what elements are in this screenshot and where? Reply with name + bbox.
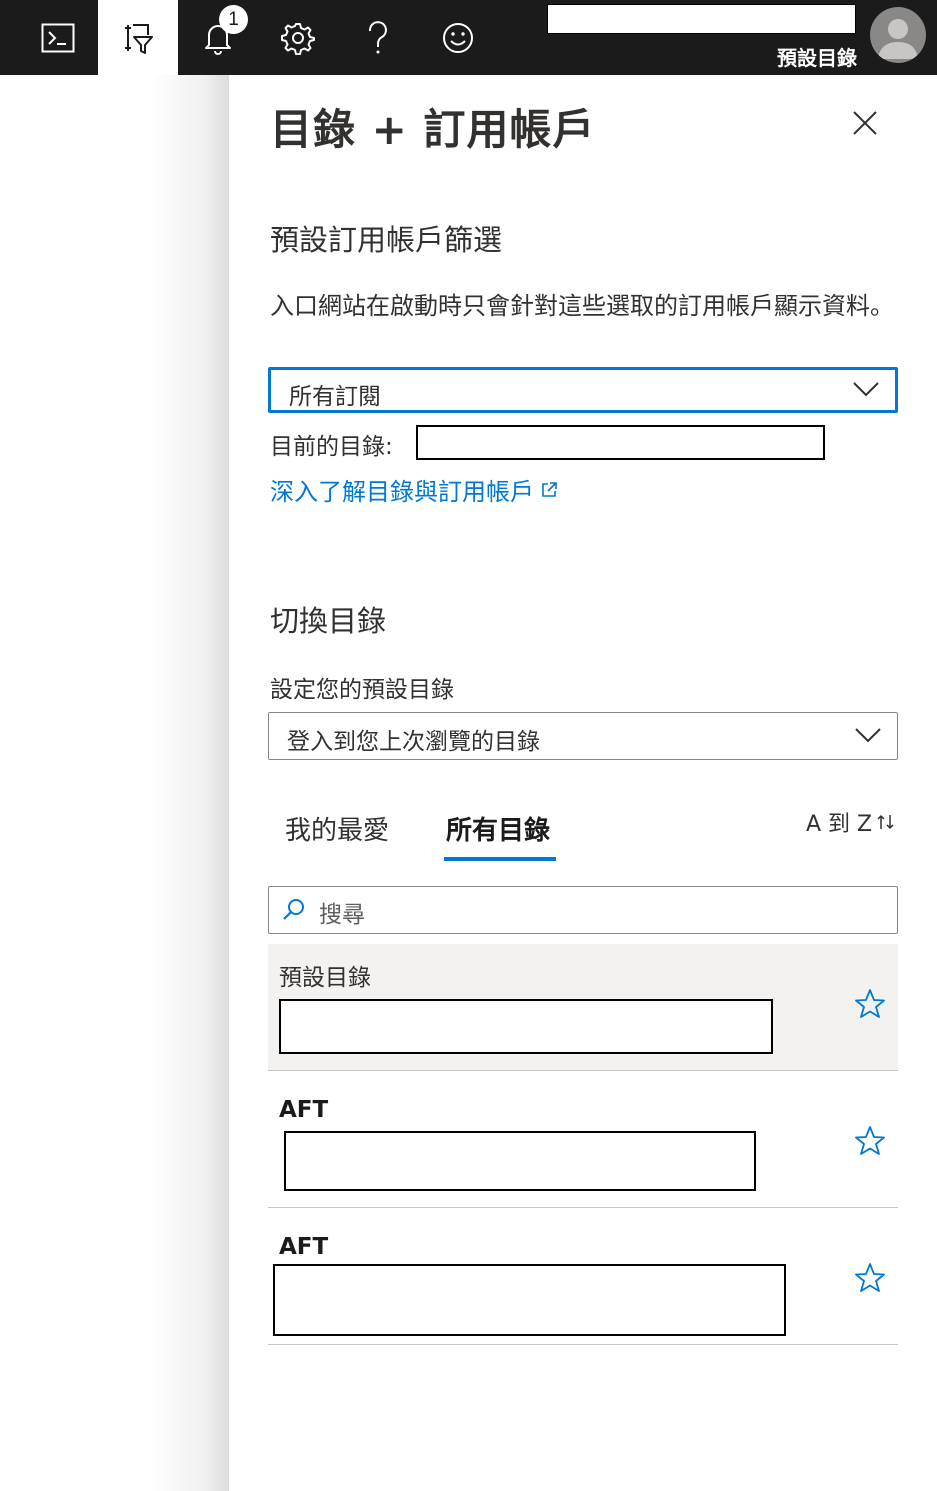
redacted-current-directory	[416, 425, 825, 460]
search-placeholder: 搜尋	[319, 902, 365, 928]
default-filter-description: 入口網站在啟動時只會針對這些選取的訂用帳戶顯示資料。	[270, 292, 894, 320]
sort-label: A 到 Z	[806, 812, 873, 837]
external-link-icon	[542, 481, 557, 497]
directory-search-input[interactable]: 搜尋	[268, 886, 898, 934]
feedback-button[interactable]	[418, 0, 498, 75]
redacted-directory-domain	[279, 999, 773, 1054]
active-tab-indicator	[444, 857, 556, 861]
default-directory-label: 設定您的預設目錄	[270, 677, 454, 703]
directory-filter-button[interactable]	[98, 0, 178, 75]
switch-directory-heading: 切換目錄	[270, 604, 387, 638]
close-icon	[853, 111, 877, 135]
sort-arrows-icon	[877, 814, 894, 830]
directory-name: AFT	[279, 1097, 329, 1123]
redacted-directory-domain	[284, 1131, 756, 1191]
redacted-account-email	[547, 4, 856, 34]
current-directory-label: 目前的目錄:	[270, 434, 393, 460]
favorite-star-icon[interactable]	[854, 988, 886, 1020]
chevron-down-icon	[853, 382, 879, 397]
panel-title: 目錄 + 訂用帳戶	[270, 105, 596, 154]
portal-background-overlay[interactable]	[0, 75, 229, 1491]
favorite-star-icon[interactable]	[854, 1262, 886, 1294]
cloud-shell-icon	[41, 23, 75, 52]
directory-name: AFT	[279, 1234, 329, 1260]
search-icon	[283, 899, 304, 920]
sort-button[interactable]: A 到 Z	[806, 806, 896, 838]
default-filter-heading: 預設訂用帳戶篩選	[270, 223, 503, 257]
notification-badge: 1	[219, 5, 248, 34]
help-button[interactable]	[338, 0, 418, 75]
learn-more-link-text: 深入了解目錄與訂用帳戶	[270, 478, 534, 506]
learn-more-link[interactable]: 深入了解目錄與訂用帳戶	[270, 472, 558, 507]
top-bar: 1 預設目錄	[0, 0, 937, 75]
subscription-filter-value: 所有訂閱	[289, 384, 381, 410]
help-icon	[368, 20, 387, 53]
tab-all-directories[interactable]: 所有目錄	[446, 810, 550, 847]
close-button[interactable]	[848, 106, 882, 140]
cloud-shell-button[interactable]	[18, 0, 98, 75]
subscription-filter-dropdown[interactable]: 所有訂閱	[268, 367, 898, 413]
settings-icon	[281, 22, 315, 55]
avatar[interactable]	[870, 7, 926, 63]
directory-filter-icon	[125, 23, 153, 54]
current-directory-name[interactable]: 預設目錄	[777, 42, 857, 71]
favorite-star-icon[interactable]	[854, 1125, 886, 1157]
default-directory-dropdown[interactable]: 登入到您上次瀏覽的目錄	[268, 712, 898, 760]
directory-name: 預設目錄	[279, 965, 371, 991]
tab-favorites[interactable]: 我的最愛	[285, 810, 389, 847]
default-directory-value: 登入到您上次瀏覽的目錄	[287, 729, 540, 755]
redacted-directory-domain	[273, 1264, 786, 1336]
user-avatar-icon	[878, 19, 918, 59]
chevron-down-icon	[855, 728, 881, 743]
settings-button[interactable]	[258, 0, 338, 75]
feedback-icon	[443, 22, 473, 53]
